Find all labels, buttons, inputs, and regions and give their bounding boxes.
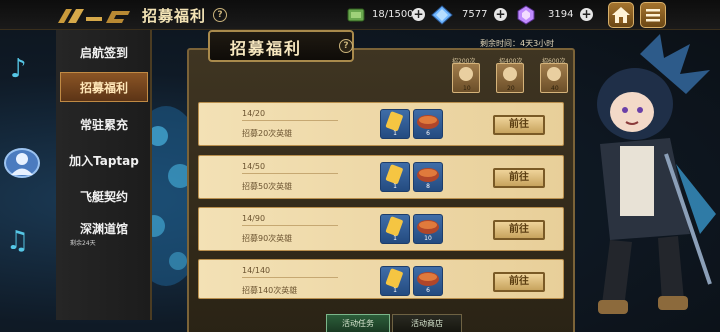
add-crystal-button[interactable]: + (494, 8, 507, 21)
task-card: 14/20 招募20次英雄 1 6 前往 (198, 102, 564, 146)
food-bowl-icon (417, 168, 439, 182)
game-screen: 招募福利 ? 18/1500 + 7577 + 3194 + ♪ ♫ 启航签到 … (0, 0, 720, 332)
task-description: 招募50次英雄 (242, 182, 293, 191)
page-title: 招募福利 (142, 7, 207, 25)
home-icon (612, 7, 630, 23)
hero-portrait-icon (503, 67, 517, 81)
divider (242, 173, 338, 174)
divider (242, 225, 338, 226)
hero-character-art (597, 34, 716, 314)
milestone-reward-400[interactable]: 20 (496, 63, 524, 93)
divider (242, 277, 338, 278)
go-button[interactable]: 前往 (493, 220, 545, 240)
reward-food[interactable]: 10 (413, 214, 443, 244)
home-button[interactable] (608, 2, 634, 28)
sidebar-item-label: 深渊道馆 (79, 222, 128, 236)
sidebar-item-airship[interactable]: 飞艇契约 (56, 182, 152, 212)
energy-icon (347, 8, 365, 22)
sidebar-item-taptap[interactable]: 加入Taptap (56, 146, 152, 176)
music-note-icon: ♫ (6, 226, 30, 256)
food-bowl-icon (417, 220, 439, 234)
gem-value: 3194 (548, 9, 574, 20)
crystal-value: 7577 (462, 9, 488, 20)
milestone-reward-600[interactable]: 40 (540, 63, 568, 93)
hero-portrait-icon (459, 67, 473, 81)
reward-ticket[interactable]: 1 (380, 162, 410, 192)
ticket-icon (385, 111, 403, 131)
reward-ticket[interactable]: 1 (380, 109, 410, 139)
user-avatar[interactable] (4, 148, 40, 178)
go-button[interactable]: 前往 (493, 168, 545, 188)
hero-portrait-icon (547, 67, 561, 81)
task-progress: 14/90 (242, 214, 266, 223)
gem-icon (517, 5, 535, 25)
user-icon (11, 153, 33, 175)
reward-food[interactable]: 6 (413, 109, 443, 139)
sidebar-item-signin[interactable]: 启航签到 (56, 38, 152, 68)
sidebar-item-recharge[interactable]: 常驻累充 (56, 110, 152, 140)
menu-button[interactable] (640, 2, 666, 28)
task-description: 招募20次英雄 (242, 129, 293, 138)
music-note-icon: ♪ (10, 54, 27, 84)
reward-ticket[interactable]: 1 (380, 266, 410, 296)
activity-sidebar: 启航签到 招募福利 常驻累充 加入Taptap 飞艇契约 深渊道馆 剩余24天 (56, 30, 152, 320)
panel-help-icon[interactable]: ? (339, 39, 353, 53)
task-card: 14/140 招募140次英雄 1 6 前往 (198, 259, 564, 299)
reward-food[interactable]: 6 (413, 266, 443, 296)
task-card: 14/90 招募90次英雄 1 10 前往 (198, 207, 564, 251)
food-bowl-icon (417, 115, 439, 129)
abyss-remaining-days: 剩余24天 (70, 240, 96, 247)
go-button[interactable]: 前往 (493, 272, 545, 292)
help-icon[interactable]: ? (213, 8, 227, 22)
task-progress: 14/20 (242, 109, 266, 118)
tab-activity-shop[interactable]: 活动商店 (392, 314, 462, 332)
top-bar: 招募福利 ? 18/1500 + 7577 + 3194 + (0, 0, 720, 30)
panel-title: 招募福利 (230, 39, 303, 58)
back-logo-icon[interactable] (56, 5, 134, 25)
task-description: 招募140次英雄 (242, 286, 298, 295)
reward-ticket[interactable]: 1 (380, 214, 410, 244)
energy-value: 18/1500 (372, 9, 414, 20)
menu-icon (646, 9, 660, 22)
ticket-icon (385, 164, 403, 184)
task-progress: 14/50 (242, 162, 266, 171)
ticket-icon (385, 268, 403, 288)
remaining-time: 剩余时间：4天3小时 (480, 39, 555, 48)
add-gem-button[interactable]: + (580, 8, 593, 21)
add-energy-button[interactable]: + (412, 8, 425, 21)
milestone-reward-200[interactable]: 10 (452, 63, 480, 93)
divider (242, 120, 338, 121)
crystal-icon (431, 5, 453, 25)
task-description: 招募90次英雄 (242, 234, 293, 243)
go-button[interactable]: 前往 (493, 115, 545, 135)
reward-food[interactable]: 8 (413, 162, 443, 192)
food-bowl-icon (417, 272, 439, 286)
task-card: 14/50 招募50次英雄 1 8 前往 (198, 155, 564, 199)
ticket-icon (385, 216, 403, 236)
sidebar-item-recruit[interactable]: 招募福利 (60, 72, 148, 102)
tab-activity-tasks[interactable]: 活动任务 (326, 314, 390, 332)
task-progress: 14/140 (242, 266, 271, 275)
